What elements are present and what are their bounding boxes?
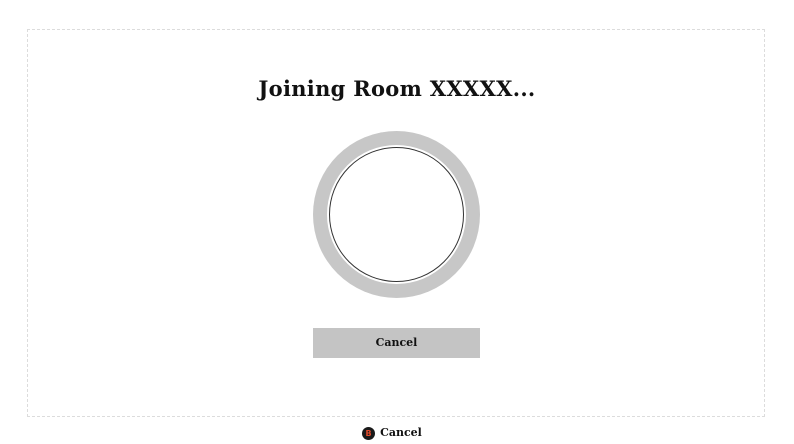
spinner-inner-circle [329, 147, 464, 282]
loading-spinner-icon [313, 131, 480, 298]
page-title: Joining Room XXXXX... [258, 76, 536, 101]
controller-hint-bar: B Cancel [0, 425, 794, 441]
b-button-icon: B [362, 426, 376, 440]
cancel-button[interactable]: Cancel [313, 328, 480, 358]
hint-cancel-label[interactable]: Cancel [380, 425, 422, 441]
